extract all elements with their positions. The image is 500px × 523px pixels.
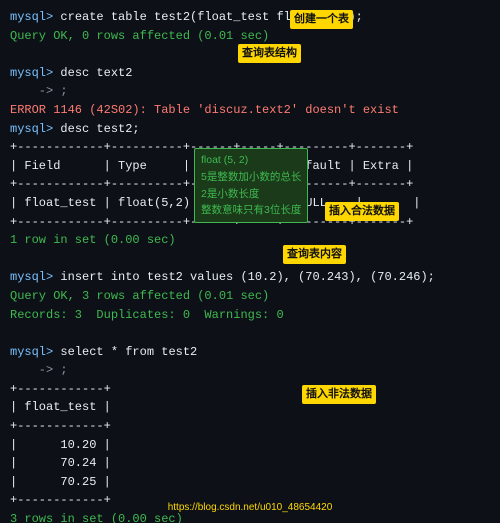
- select-border-3: +------------+: [10, 491, 490, 510]
- table-border-1: +------------+----------+------+-----+--…: [10, 138, 490, 157]
- line-select-arrow: -> ;: [10, 361, 490, 380]
- terminal: mysql> create table test2(float_test flo…: [0, 0, 500, 523]
- line-1: mysql> create table test2(float_test flo…: [10, 8, 490, 27]
- line-2: Query OK, 0 rows affected (0.01 sec): [10, 27, 490, 46]
- line-rowcount-1: 1 row in set (0.00 sec): [10, 231, 490, 250]
- select-border-1: +------------+: [10, 380, 490, 399]
- line-7: mysql> desc test2;: [10, 120, 490, 139]
- table-row-1: | float_test | float(5,2) | YES | | NULL…: [10, 194, 490, 213]
- table-border-2: +------------+----------+------+-----+--…: [10, 175, 490, 194]
- line-6: ERROR 1146 (42S02): Table 'discuz.text2'…: [10, 101, 490, 120]
- select-header: | float_test |: [10, 398, 490, 417]
- line-blank-2: [10, 250, 490, 269]
- line-insert-result: Query OK, 3 rows affected (0.01 sec): [10, 287, 490, 306]
- line-blank-3: [10, 324, 490, 343]
- line-4: mysql> desc text2: [10, 64, 490, 83]
- line-rowcount-2: 3 rows in set (0.00 sec): [10, 510, 490, 523]
- line-records: Records: 3 Duplicates: 0 Warnings: 0: [10, 306, 490, 325]
- line-insert: mysql> insert into test2 values (10.2), …: [10, 268, 490, 287]
- line-select: mysql> select * from test2: [10, 343, 490, 362]
- select-border-2: +------------+: [10, 417, 490, 436]
- line-blank-1: [10, 45, 490, 64]
- table-border-3: +------------+----------+------+-----+--…: [10, 213, 490, 232]
- select-row-1: | 10.20 |: [10, 436, 490, 455]
- select-row-2: | 70.24 |: [10, 454, 490, 473]
- line-5: -> ;: [10, 82, 490, 101]
- table-header: | Field | Type | Null | Key | Default | …: [10, 157, 490, 176]
- select-row-3: | 70.25 |: [10, 473, 490, 492]
